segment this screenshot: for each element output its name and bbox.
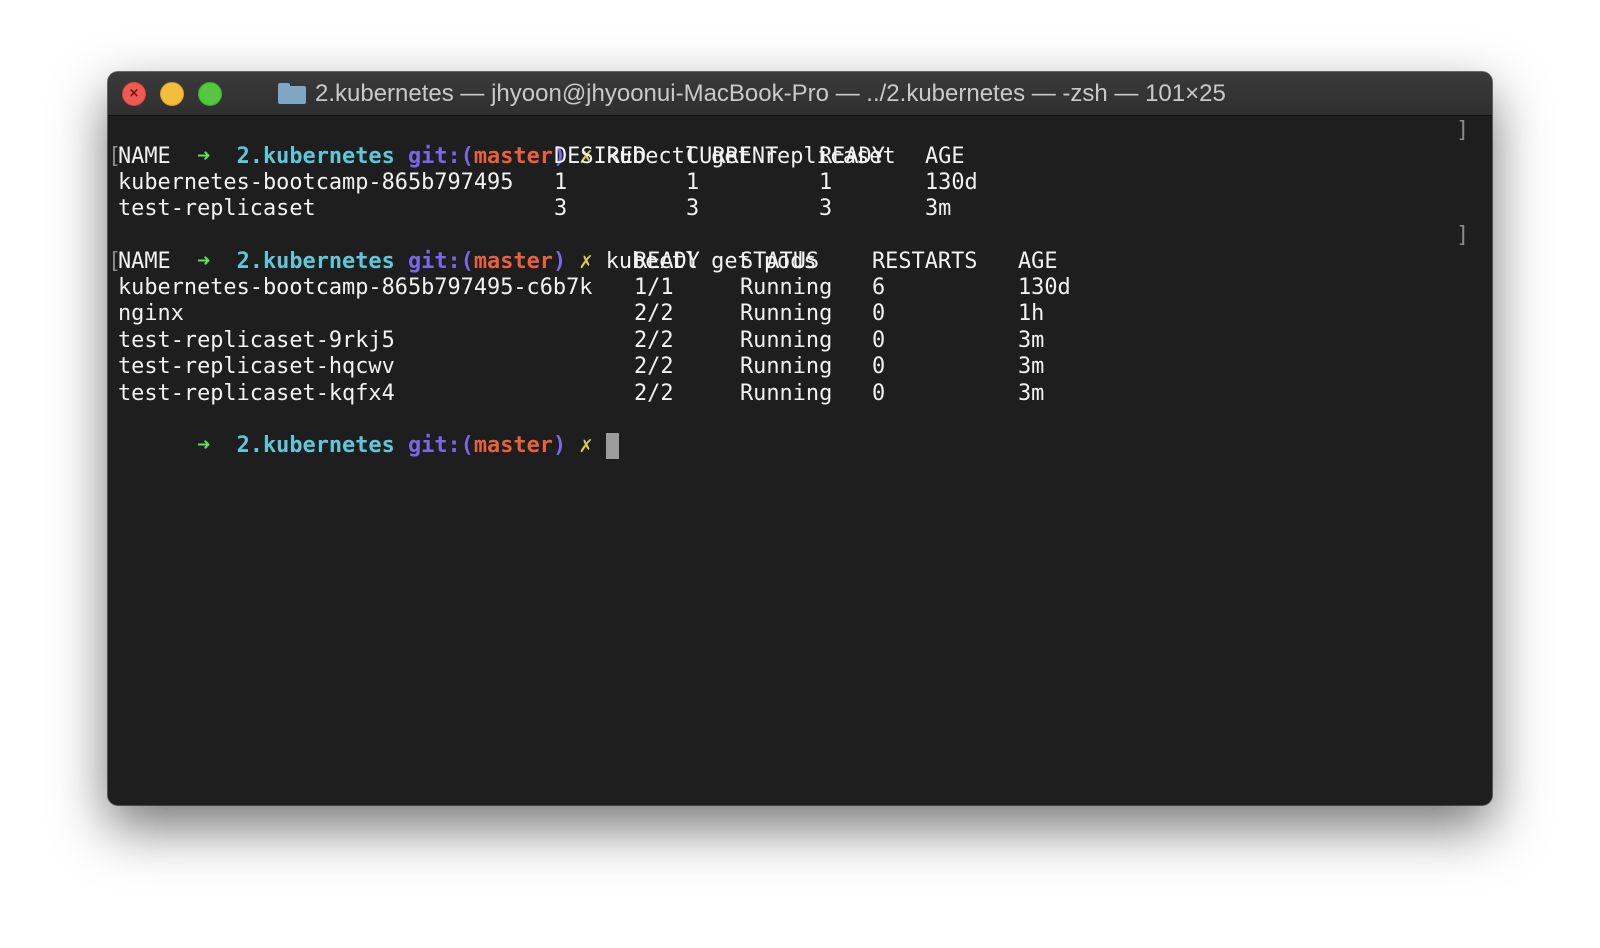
- prompt-arrow: ➜: [197, 144, 211, 169]
- column-header: AGE: [925, 144, 965, 169]
- cell-status: Running: [740, 301, 833, 326]
- cell-age: 130d: [1018, 275, 1071, 300]
- cell-restarts: 0: [872, 354, 886, 379]
- cell-desired: 3: [554, 196, 568, 221]
- mark-bracket-right: ]: [1456, 118, 1470, 143]
- prompt-git-label: git:(: [407, 433, 474, 458]
- prompt-branch: master: [473, 249, 553, 274]
- column-header: CURRENT: [686, 144, 779, 169]
- table-row: nginx 2/2 Running 0 1h: [118, 301, 1044, 327]
- cell-desired: 1: [554, 170, 568, 195]
- table-row: test-replicaset-kqfx4 2/2 Running 0 3m: [118, 381, 1044, 407]
- cell-ready: 2/2: [634, 328, 674, 353]
- cell-name: test-replicaset-hqcwv: [118, 354, 395, 379]
- prompt-git-label: git:(: [407, 144, 474, 169]
- cell-name: kubernetes-bootcamp-865b797495: [118, 170, 514, 195]
- cell-age: 3m: [1018, 381, 1045, 406]
- prompt-directory: 2.kubernetes: [236, 144, 395, 169]
- zoom-button[interactable]: [198, 82, 222, 106]
- cell-name: test-replicaset-kqfx4: [118, 381, 395, 406]
- close-button[interactable]: ×: [122, 82, 146, 106]
- cell-ready: 2/2: [634, 301, 674, 326]
- cell-name: test-replicaset: [118, 196, 316, 221]
- cell-status: Running: [740, 275, 833, 300]
- cell-status: Running: [740, 328, 833, 353]
- table-header-row: NAME READY STATUS RESTARTS AGE: [118, 249, 1058, 275]
- prompt-git-close: ): [552, 249, 567, 274]
- folder-icon: [278, 83, 306, 104]
- prompt-directory: 2.kubernetes: [236, 433, 395, 458]
- column-header: NAME: [118, 249, 171, 274]
- column-header: READY: [634, 249, 700, 274]
- close-icon: ×: [128, 86, 140, 101]
- cell-name: nginx: [118, 301, 184, 326]
- cell-ready: 1: [819, 170, 833, 195]
- cell-ready: 1/1: [634, 275, 674, 300]
- mark-bracket-right: ]: [1456, 223, 1470, 248]
- cell-ready: 2/2: [634, 354, 674, 379]
- prompt-branch: master: [473, 144, 553, 169]
- cell-age: 3m: [925, 196, 952, 221]
- cell-age: 3m: [1018, 328, 1045, 353]
- prompt-line: [➜ 2.kubernetes git:(master) ✗ kubectl g…: [108, 223, 817, 274]
- cell-name: test-replicaset-9rkj5: [118, 328, 395, 353]
- terminal-window: × 2.kubernetes — jhyoon@jhyoonui-MacBook…: [108, 72, 1492, 805]
- current-prompt-line[interactable]: ➜ 2.kubernetes git:(master) ✗: [118, 407, 619, 459]
- title-bar[interactable]: × 2.kubernetes — jhyoon@jhyoonui-MacBook…: [108, 72, 1492, 116]
- terminal-content[interactable]: [➜ 2.kubernetes git:(master) ✗ kubectl g…: [108, 116, 1492, 805]
- text-cursor[interactable]: [605, 433, 619, 459]
- cell-restarts: 0: [872, 328, 886, 353]
- cell-ready: 2/2: [634, 381, 674, 406]
- table-row: test-replicaset 3 3 3 3m: [118, 196, 951, 222]
- prompt-directory: 2.kubernetes: [236, 249, 395, 274]
- table-row: test-replicaset-9rkj5 2/2 Running 0 3m: [118, 328, 1044, 354]
- prompt-arrow: ➜: [197, 249, 211, 274]
- column-header: NAME: [118, 144, 171, 169]
- column-header: STATUS: [740, 249, 820, 274]
- cell-status: Running: [740, 381, 833, 406]
- prompt-git-close: ): [552, 433, 567, 458]
- minimize-button[interactable]: [160, 82, 184, 106]
- table-row: kubernetes-bootcamp-865b797495 1 1 1 130…: [118, 170, 978, 196]
- window-title-group: 2.kubernetes — jhyoon@jhyoonui-MacBook-P…: [278, 72, 1226, 115]
- prompt-arrow: ➜: [197, 433, 211, 458]
- table-header-row: NAME DESIRED CURRENT READY AGE: [118, 144, 965, 170]
- cell-age: 3m: [1018, 354, 1045, 379]
- window-title: 2.kubernetes — jhyoon@jhyoonui-MacBook-P…: [315, 79, 1226, 107]
- prompt-line: [➜ 2.kubernetes git:(master) ✗ kubectl g…: [108, 118, 896, 169]
- table-row: test-replicaset-hqcwv 2/2 Running 0 3m: [118, 354, 1044, 380]
- cell-name: kubernetes-bootcamp-865b797495-c6b7k: [118, 275, 593, 300]
- cell-status: Running: [740, 354, 833, 379]
- cell-current: 1: [686, 170, 700, 195]
- cell-age: 130d: [925, 170, 978, 195]
- cell-restarts: 0: [872, 381, 886, 406]
- cell-ready: 3: [819, 196, 833, 221]
- prompt-dirty-mark: ✗: [579, 433, 593, 458]
- column-header: AGE: [1018, 249, 1058, 274]
- cell-restarts: 6: [872, 275, 886, 300]
- prompt-dirty-mark: ✗: [579, 249, 593, 274]
- prompt-branch: master: [473, 433, 553, 458]
- column-header: RESTARTS: [872, 249, 978, 274]
- cell-current: 3: [686, 196, 700, 221]
- prompt-git-label: git:(: [407, 249, 474, 274]
- table-row: kubernetes-bootcamp-865b797495-c6b7k 1/1…: [118, 275, 1071, 301]
- cell-restarts: 0: [872, 301, 886, 326]
- column-header: READY: [819, 144, 885, 169]
- column-header: DESIRED: [554, 144, 647, 169]
- cell-age: 1h: [1018, 301, 1045, 326]
